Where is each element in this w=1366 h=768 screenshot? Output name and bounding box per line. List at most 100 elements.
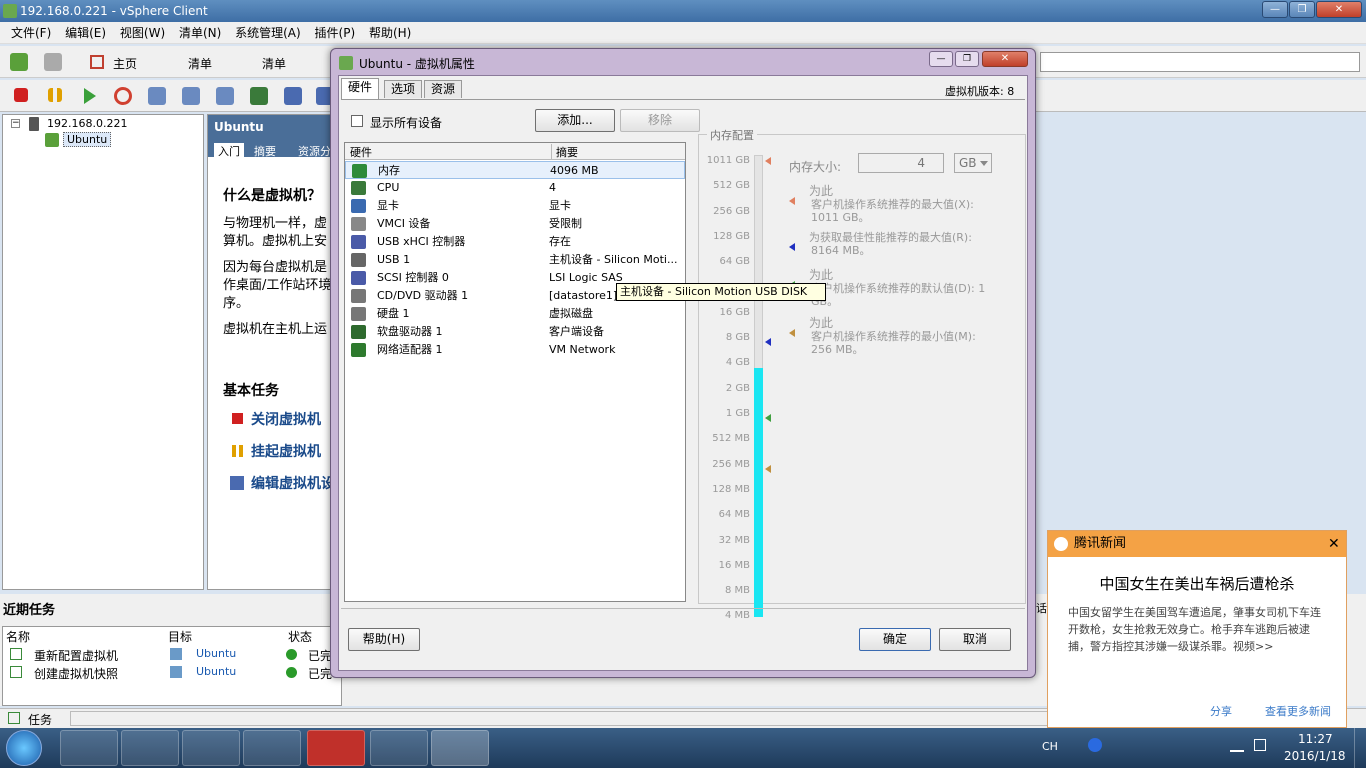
suspend-task-icon xyxy=(232,445,243,457)
hardware-row[interactable]: VMCI 设备 受限制 xyxy=(345,215,685,233)
news-more-link[interactable]: 查看更多新闻 xyxy=(1265,703,1331,719)
taskbar-cmd-icon[interactable] xyxy=(370,730,428,766)
tray-help-icon[interactable] xyxy=(1088,738,1102,752)
news-headline[interactable]: 中国女生在美出车祸后遭枪杀 xyxy=(1048,573,1346,594)
taskbar-explorer-icon[interactable] xyxy=(121,730,179,766)
dialog-minimize-button[interactable]: — xyxy=(929,51,953,67)
console-icon[interactable] xyxy=(250,87,268,105)
show-all-checkbox[interactable] xyxy=(351,115,363,127)
edit-settings-task-link[interactable]: 编辑虚拟机设 xyxy=(251,473,335,493)
host-node[interactable]: 192.168.0.221 xyxy=(47,117,127,130)
hardware-row[interactable]: USB xHCI 控制器 存在 xyxy=(345,233,685,251)
dialog-close-button[interactable]: ✕ xyxy=(982,51,1028,67)
minimize-button[interactable]: — xyxy=(1262,1,1288,18)
tasks-button[interactable]: 任务 xyxy=(28,711,52,728)
power-off-icon[interactable] xyxy=(14,88,28,102)
tray-volume-icon[interactable] xyxy=(1254,739,1266,751)
inventory-link-1[interactable]: 清单 xyxy=(188,55,212,72)
menu-help[interactable]: 帮助(H) xyxy=(364,22,416,44)
input-language[interactable]: CH xyxy=(1042,740,1058,753)
news-header: 腾讯新闻 ✕ xyxy=(1048,531,1346,557)
news-close-button[interactable]: ✕ xyxy=(1328,531,1340,557)
hardware-row[interactable]: 硬盘 1 虚拟磁盘 xyxy=(345,305,685,323)
collapse-toggle-icon[interactable]: − xyxy=(11,119,20,128)
snapshot-manager-icon[interactable] xyxy=(216,87,234,105)
tray-network-icon[interactable] xyxy=(1230,740,1244,752)
power-off-task-link[interactable]: 关闭虚拟机 xyxy=(251,409,321,429)
revert-snapshot-icon[interactable] xyxy=(182,87,200,105)
menu-plugins[interactable]: 插件(P) xyxy=(310,22,361,44)
add-button[interactable]: 添加... xyxy=(535,109,615,132)
suspend-icon[interactable] xyxy=(48,88,62,102)
col-summary[interactable]: 摘要 xyxy=(551,144,578,160)
dialog-maximize-button[interactable]: ❐ xyxy=(955,51,979,67)
col-status[interactable]: 状态 xyxy=(288,628,312,645)
clock-date[interactable]: 2016/1/18 xyxy=(1284,749,1346,763)
snapshot-icon[interactable] xyxy=(148,87,166,105)
news-share-link[interactable]: 分享 xyxy=(1210,703,1232,719)
menu-file[interactable]: 文件(F) xyxy=(6,22,56,44)
hardware-row[interactable]: 内存 4096 MB xyxy=(345,161,685,179)
table-row[interactable]: 重新配置虚拟机 Ubuntu 已完 xyxy=(2,646,342,664)
table-row[interactable]: 创建虚拟机快照 Ubuntu 已完 xyxy=(2,664,342,682)
window-title: 192.168.0.221 - vSphere Client xyxy=(20,4,208,18)
tab-resources[interactable]: 资源 xyxy=(424,80,463,98)
ok-button[interactable]: 确定 xyxy=(859,628,931,651)
clock-time[interactable]: 11:27 xyxy=(1298,732,1333,746)
back-arrow-icon[interactable] xyxy=(10,53,28,71)
taskbar-control-panel-icon[interactable] xyxy=(182,730,240,766)
power-on-icon[interactable] xyxy=(84,88,96,104)
hardware-row[interactable]: CPU 4 xyxy=(345,179,685,197)
hardware-row[interactable]: 网络适配器 1 VM Network xyxy=(345,341,685,359)
tab-options[interactable]: 选项 xyxy=(384,80,423,98)
hardware-row[interactable]: 显卡 显卡 xyxy=(345,197,685,215)
menu-admin[interactable]: 系统管理(A) xyxy=(230,22,306,44)
edit-settings-icon[interactable] xyxy=(284,87,302,105)
inventory-link-2[interactable]: 清单 xyxy=(262,55,286,72)
vm-version: 虚拟机版本: 8 xyxy=(945,85,1015,98)
reset-icon[interactable] xyxy=(114,87,132,105)
news-body[interactable]: 中国女留学生在美国驾车遭追尾，肇事女司机下车连开数枪，女生抢救无效身亡。枪手弃车… xyxy=(1068,604,1330,655)
cancel-button[interactable]: 取消 xyxy=(939,628,1011,651)
taskbar-it-app-icon[interactable] xyxy=(307,730,365,766)
suspend-task-link[interactable]: 挂起虚拟机 xyxy=(251,441,321,461)
legend-line-2: 客户机操作系统推荐的最大值(X): xyxy=(811,198,974,211)
help-button[interactable]: 帮助(H) xyxy=(348,628,420,651)
maximize-button[interactable]: ❐ xyxy=(1289,1,1315,18)
search-box[interactable] xyxy=(1040,52,1360,72)
tab-hardware[interactable]: 硬件 xyxy=(341,78,380,100)
taskbar-word-icon[interactable] xyxy=(243,730,301,766)
close-button[interactable]: ✕ xyxy=(1316,1,1362,18)
vm-node[interactable]: Ubuntu xyxy=(63,132,112,147)
hardware-name: VMCI 设备 xyxy=(377,217,431,230)
menu-inventory[interactable]: 清单(N) xyxy=(174,22,226,44)
memory-tick-label: 512 MB xyxy=(712,433,750,445)
status-ok-icon xyxy=(286,667,297,678)
hardware-icon xyxy=(351,217,366,231)
remove-button[interactable]: 移除 xyxy=(620,109,700,132)
tab-resource[interactable]: 资源分 xyxy=(298,143,331,159)
hardware-row[interactable]: USB 1 主机设备 - Silicon Moti... xyxy=(345,251,685,269)
taskbar-media-player-icon[interactable] xyxy=(60,730,118,766)
memory-legend-item: 为此 客户机操作系统推荐的最大值(X): 1011 GB。 xyxy=(789,185,1021,224)
status-ok-icon xyxy=(286,649,297,660)
col-name[interactable]: 名称 xyxy=(6,628,30,645)
col-target[interactable]: 目标 xyxy=(168,628,192,645)
memory-size-input[interactable]: 4 xyxy=(858,153,944,173)
col-hardware[interactable]: 硬件 xyxy=(350,144,372,160)
menu-view[interactable]: 视图(W) xyxy=(115,22,170,44)
task-target[interactable]: Ubuntu xyxy=(196,665,236,678)
tab-summary[interactable]: 摘要 xyxy=(254,143,276,159)
hardware-row[interactable]: 软盘驱动器 1 客户端设备 xyxy=(345,323,685,341)
show-desktop-button[interactable] xyxy=(1354,728,1366,768)
desc-line-2: 算机。虚拟机上安 xyxy=(223,234,328,249)
task-target[interactable]: Ubuntu xyxy=(196,647,236,660)
tab-getting-started[interactable]: 入门 xyxy=(214,143,244,159)
menu-edit[interactable]: 编辑(E) xyxy=(60,22,111,44)
home-link[interactable]: 主页 xyxy=(113,55,137,72)
best-perf-marker xyxy=(765,338,771,346)
hardware-list: 硬件 摘要 内存 4096 MB CPU 4 显卡 显卡 VMCI 设备 受限制 USB xHC… xyxy=(344,142,686,602)
forward-arrow-icon[interactable] xyxy=(44,53,62,71)
taskbar-vsphere-icon[interactable] xyxy=(431,730,489,766)
start-orb-icon[interactable] xyxy=(6,730,42,766)
